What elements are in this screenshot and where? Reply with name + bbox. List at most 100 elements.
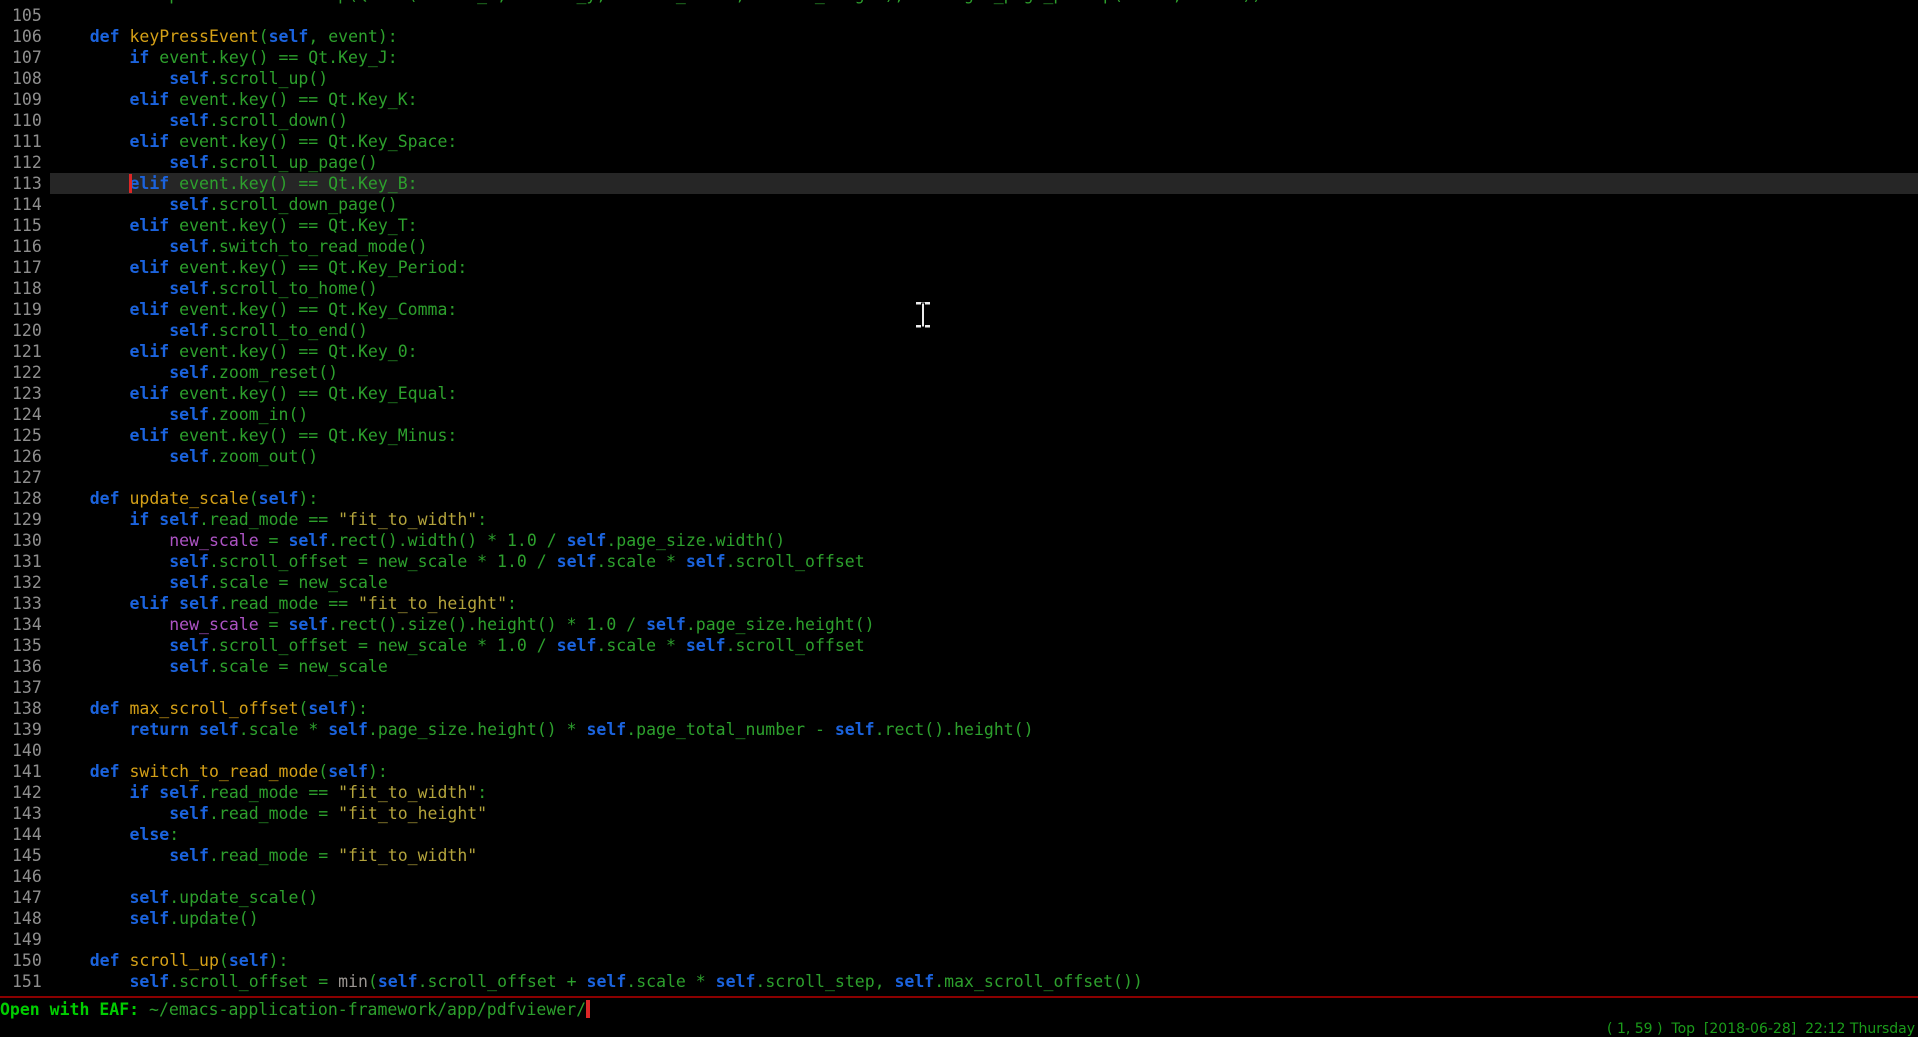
code-text[interactable]: if event.key() == Qt.Key_J: bbox=[50, 47, 1918, 68]
line-number: 114 bbox=[0, 194, 50, 215]
code-text[interactable]: self.update() bbox=[50, 908, 1918, 929]
code-text[interactable]: if self.read_mode == "fit_to_width": bbox=[50, 782, 1918, 803]
code-text[interactable] bbox=[50, 929, 1918, 950]
code-token: self bbox=[378, 972, 418, 991]
code-text[interactable]: self.read_mode = "fit_to_width" bbox=[50, 845, 1918, 866]
code-token bbox=[50, 552, 169, 571]
code-text[interactable]: self.zoom_reset() bbox=[50, 362, 1918, 383]
code-token: : bbox=[169, 825, 179, 844]
code-token bbox=[50, 132, 129, 151]
code-text[interactable]: self.read_mode = "fit_to_height" bbox=[50, 803, 1918, 824]
code-token: .scale * bbox=[626, 972, 715, 991]
code-text[interactable]: elif event.key() == Qt.Key_T: bbox=[50, 215, 1918, 236]
code-text[interactable] bbox=[50, 467, 1918, 488]
code-token bbox=[120, 762, 130, 781]
code-text[interactable]: elif event.key() == Qt.Key_0: bbox=[50, 341, 1918, 362]
code-token: .scale * bbox=[239, 720, 328, 739]
code-text[interactable]: self.switch_to_read_mode() bbox=[50, 236, 1918, 257]
line-number: 125 bbox=[0, 425, 50, 446]
code-token: def bbox=[90, 489, 120, 508]
line-number: 135 bbox=[0, 635, 50, 656]
code-token bbox=[50, 951, 90, 970]
code-line-137: 137 bbox=[0, 677, 1918, 698]
code-text[interactable]: def scroll_up(self): bbox=[50, 950, 1918, 971]
code-token: self bbox=[269, 27, 309, 46]
code-text[interactable]: self.scale = new_scale bbox=[50, 572, 1918, 593]
code-text[interactable]: self.scroll_down_page() bbox=[50, 194, 1918, 215]
code-token: "fit_to_width" bbox=[338, 783, 477, 802]
code-text[interactable]: self.scale = new_scale bbox=[50, 656, 1918, 677]
code-text[interactable]: elif event.key() == Qt.Key_B: bbox=[50, 173, 1918, 194]
code-text[interactable]: elif event.key() == Qt.Key_K: bbox=[50, 89, 1918, 110]
code-text[interactable]: self.scroll_offset = new_scale * 1.0 / s… bbox=[50, 551, 1918, 572]
code-token: ): bbox=[298, 489, 318, 508]
status-tray: ( 1, 59 ) Top [2018-06-28] 22:12 Thursda… bbox=[1607, 1021, 1915, 1037]
code-text[interactable] bbox=[50, 677, 1918, 698]
code-text[interactable]: self.update_scale() bbox=[50, 887, 1918, 908]
line-number: 129 bbox=[0, 509, 50, 530]
code-text[interactable]: self.scroll_down() bbox=[50, 110, 1918, 131]
minibuffer-prompt: Open with EAF: bbox=[0, 1000, 149, 1019]
code-text[interactable] bbox=[50, 866, 1918, 887]
code-text[interactable]: def switch_to_read_mode(self): bbox=[50, 761, 1918, 782]
code-token: .zoom_in() bbox=[209, 405, 308, 424]
code-token bbox=[120, 951, 130, 970]
code-token: self bbox=[288, 531, 328, 550]
code-text[interactable]: if self.read_mode == "fit_to_width": bbox=[50, 509, 1918, 530]
line-number: 142 bbox=[0, 782, 50, 803]
minibuffer-input-value[interactable]: ~/emacs-application-framework/app/pdfvie… bbox=[149, 1000, 586, 1019]
code-token: self bbox=[179, 594, 219, 613]
code-text[interactable]: elif event.key() == Qt.Key_Equal: bbox=[50, 383, 1918, 404]
code-token: event.key() == Qt.Key_K: bbox=[169, 90, 417, 109]
code-text[interactable]: self.scroll_to_home() bbox=[50, 278, 1918, 299]
code-token: .scroll_step, bbox=[755, 972, 894, 991]
line-number: 137 bbox=[0, 677, 50, 698]
code-text[interactable]: return self.scale * self.page_size.heigh… bbox=[50, 719, 1918, 740]
line-number: 116 bbox=[0, 236, 50, 257]
code-text[interactable]: elif event.key() == Qt.Key_Minus: bbox=[50, 425, 1918, 446]
code-line-120: 120 self.scroll_to_end() bbox=[0, 320, 1918, 341]
code-token: self bbox=[259, 489, 299, 508]
code-text[interactable]: new_scale = self.rect().width() * 1.0 / … bbox=[50, 530, 1918, 551]
minibuffer-cursor bbox=[586, 1000, 590, 1018]
code-text[interactable]: self.scroll_up_page() bbox=[50, 152, 1918, 173]
code-token: : bbox=[477, 783, 487, 802]
code-text[interactable]: elif self.read_mode == "fit_to_height": bbox=[50, 593, 1918, 614]
code-token: self bbox=[567, 531, 607, 550]
minibuffer[interactable]: Open with EAF: ~/emacs-application-frame… bbox=[0, 999, 1918, 1020]
code-text[interactable]: def max_scroll_offset(self): bbox=[50, 698, 1918, 719]
code-text[interactable]: self.zoom_out() bbox=[50, 446, 1918, 467]
code-token: ( bbox=[318, 762, 328, 781]
code-token bbox=[50, 510, 129, 529]
line-number: 149 bbox=[0, 929, 50, 950]
code-text[interactable]: else: bbox=[50, 824, 1918, 845]
code-text[interactable]: def update_scale(self): bbox=[50, 488, 1918, 509]
code-text[interactable]: elif event.key() == Qt.Key_Comma: bbox=[50, 299, 1918, 320]
code-token: self bbox=[686, 552, 726, 571]
line-number: 141 bbox=[0, 761, 50, 782]
code-token bbox=[50, 216, 129, 235]
code-token: self bbox=[328, 762, 368, 781]
code-token: self bbox=[169, 363, 209, 382]
code-text[interactable]: elif event.key() == Qt.Key_Period: bbox=[50, 257, 1918, 278]
code-token: self bbox=[835, 720, 875, 739]
code-buffer[interactable]: 104 painter.drawPixmap(QRect(render_x, r… bbox=[0, 0, 1918, 992]
code-text[interactable]: self.zoom_in() bbox=[50, 404, 1918, 425]
code-text[interactable]: def keyPressEvent(self, event): bbox=[50, 26, 1918, 47]
code-text[interactable]: new_scale = self.rect().size().height() … bbox=[50, 614, 1918, 635]
code-text[interactable]: self.scroll_offset = new_scale * 1.0 / s… bbox=[50, 635, 1918, 656]
code-text[interactable] bbox=[50, 740, 1918, 761]
code-text[interactable]: self.scroll_up() bbox=[50, 68, 1918, 89]
code-token: max_scroll_offset bbox=[130, 699, 299, 718]
code-token bbox=[50, 846, 169, 865]
code-text[interactable] bbox=[50, 5, 1918, 26]
code-token: self bbox=[288, 615, 328, 634]
code-token bbox=[50, 804, 169, 823]
code-token bbox=[50, 321, 169, 340]
code-token: = bbox=[259, 615, 289, 634]
code-token: self bbox=[169, 321, 209, 340]
code-text[interactable]: self.scroll_to_end() bbox=[50, 320, 1918, 341]
code-text[interactable]: self.scroll_offset = min(self.scroll_off… bbox=[50, 971, 1918, 992]
code-text[interactable]: elif event.key() == Qt.Key_Space: bbox=[50, 131, 1918, 152]
code-token: event.key() == Qt.Key_Space: bbox=[169, 132, 457, 151]
